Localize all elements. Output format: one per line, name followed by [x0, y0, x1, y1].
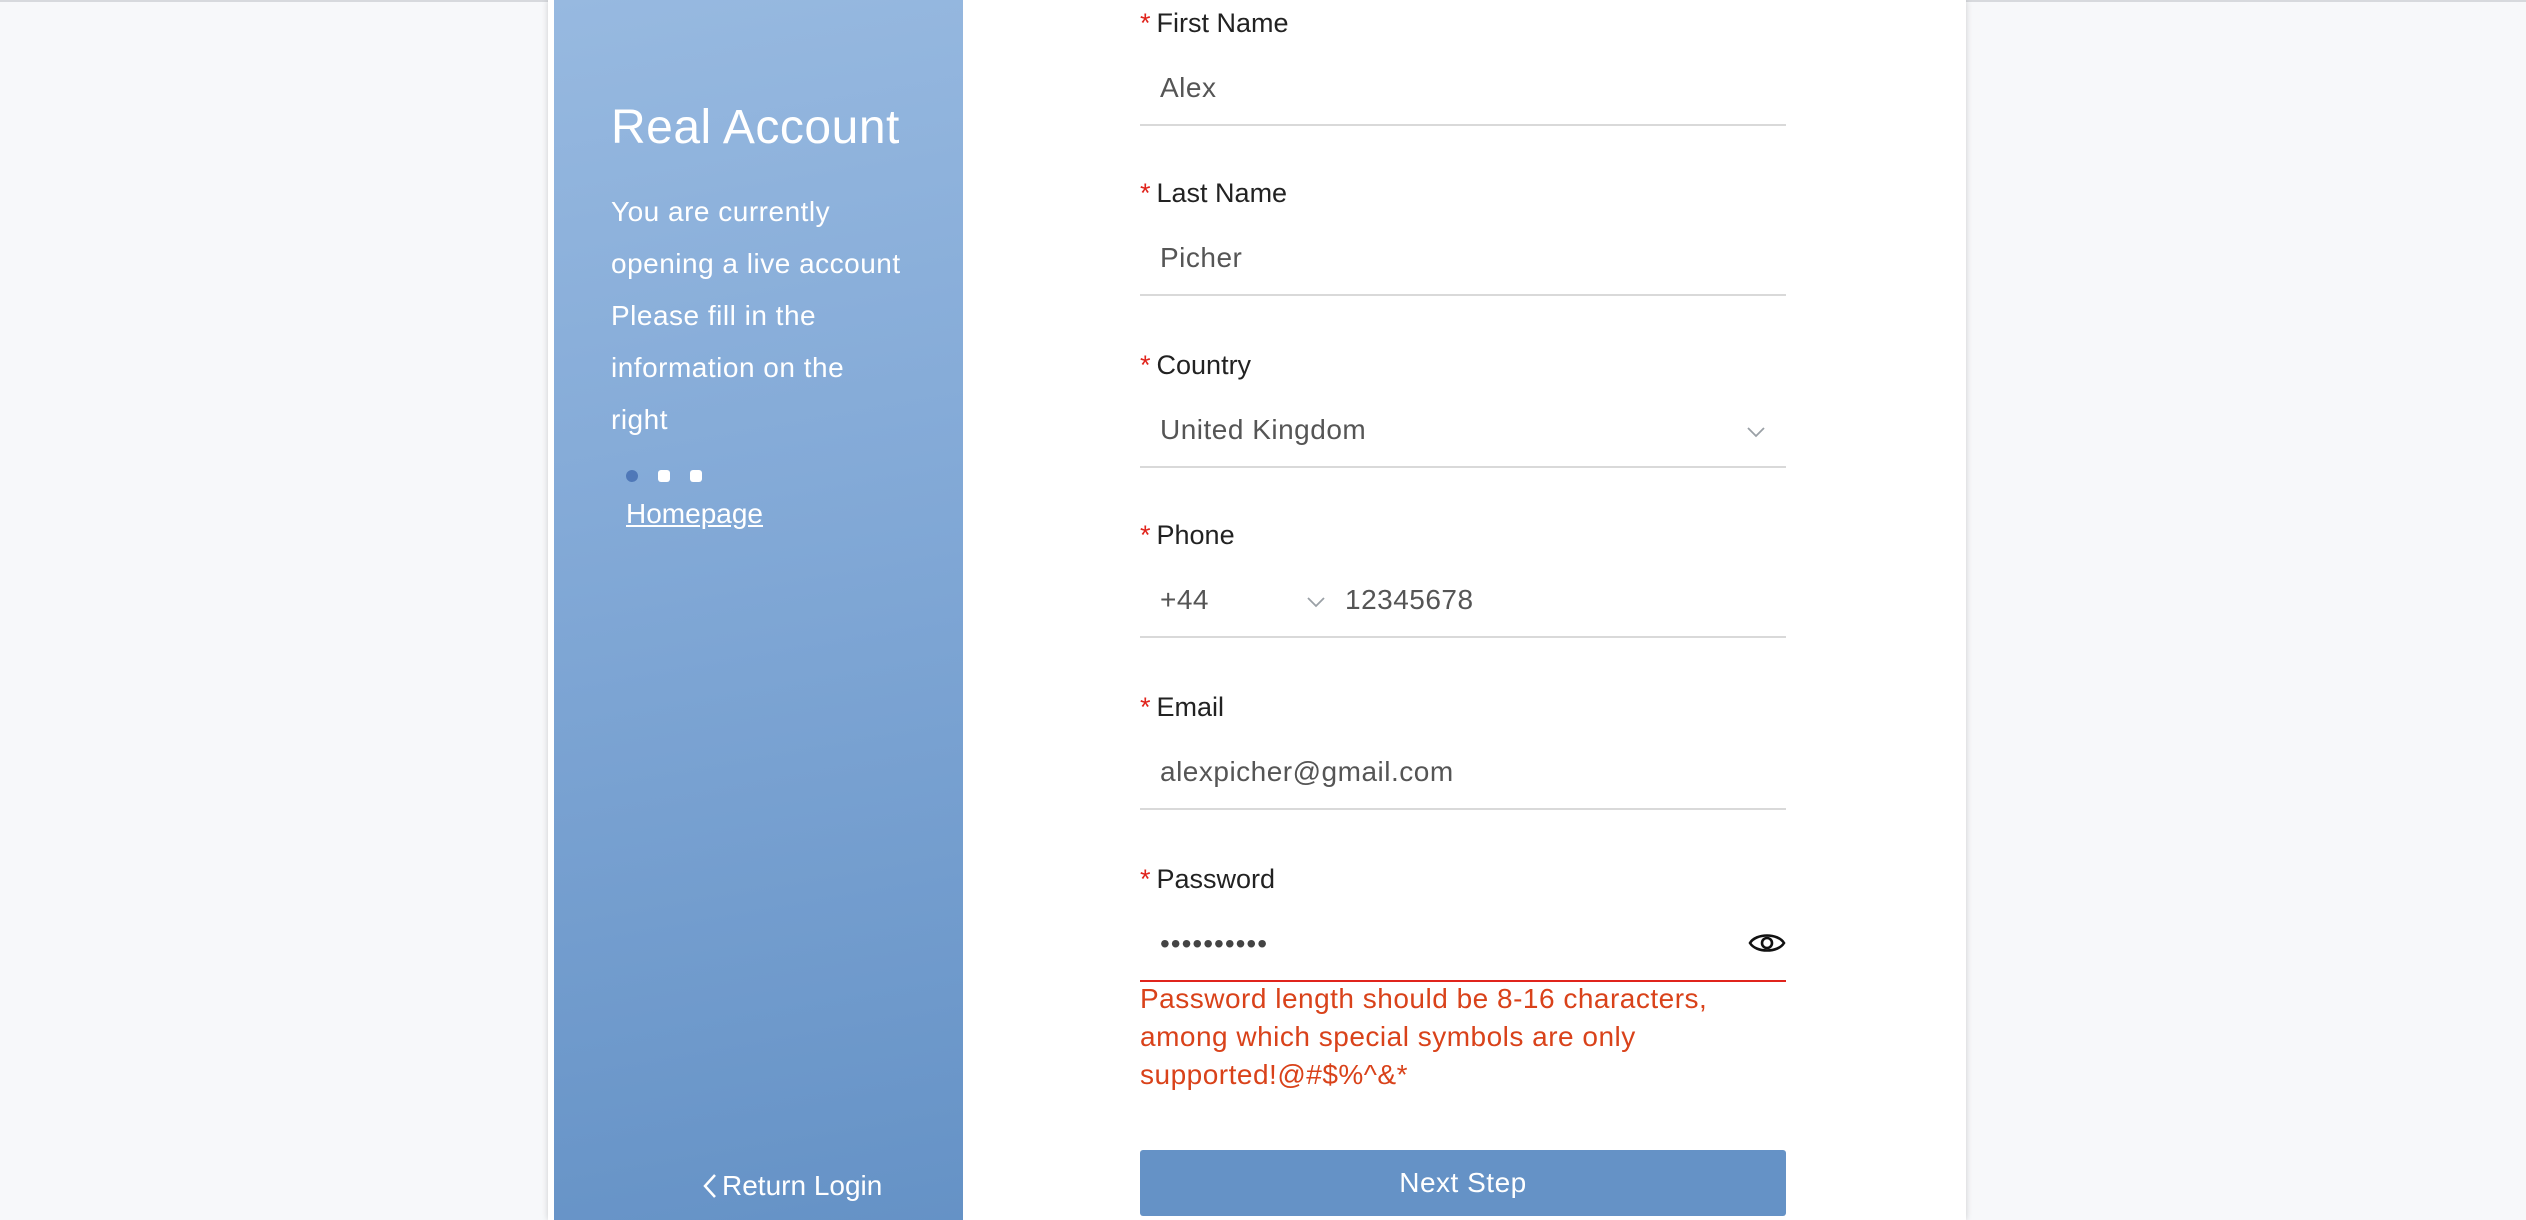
phone-label-text: Phone: [1156, 520, 1235, 550]
chevron-left-icon: [703, 1174, 716, 1198]
email-label-text: Email: [1156, 692, 1225, 722]
country-label-text: Country: [1156, 350, 1252, 380]
phone-number-value: 12345678: [1345, 584, 1474, 615]
sidebar-description: You are currently opening a live account…: [611, 186, 941, 446]
last-name-input[interactable]: Picher: [1140, 228, 1786, 296]
required-star: *: [1140, 864, 1151, 894]
step-dot-3: [690, 470, 702, 482]
sidebar-description-line: You are currently: [611, 196, 831, 227]
step-dot-2: [658, 470, 670, 482]
chevron-down-icon: [1747, 427, 1765, 438]
sidebar-description-line: opening a live account: [611, 248, 901, 279]
return-login-label: Return Login: [722, 1170, 883, 1201]
password-label-text: Password: [1156, 864, 1276, 894]
sidebar-description-line: information on the: [611, 352, 845, 383]
first-name-label-text: First Name: [1156, 8, 1289, 38]
email-label: * Email: [1140, 692, 1224, 723]
first-name-label: * First Name: [1140, 8, 1289, 39]
next-step-button[interactable]: Next Step: [1140, 1150, 1786, 1216]
country-label: * Country: [1140, 350, 1251, 381]
step-dot-1: [626, 470, 638, 482]
sidebar-description-line: right: [611, 404, 668, 435]
phone-code-select[interactable]: +44: [1140, 570, 1340, 636]
required-star: *: [1140, 8, 1151, 38]
chevron-down-icon: [1307, 597, 1325, 608]
sidebar-description-line: Please fill in the: [611, 300, 817, 331]
password-error-message: Password length should be 8-16 character…: [1140, 983, 1708, 1090]
phone-number-input[interactable]: 12345678: [1345, 570, 1786, 636]
email-value: alexpicher@gmail.com: [1160, 756, 1454, 787]
password-input[interactable]: ••••••••••: [1140, 914, 1786, 982]
country-select[interactable]: United Kingdom: [1140, 400, 1786, 468]
email-input[interactable]: alexpicher@gmail.com: [1140, 742, 1786, 810]
last-name-value: Picher: [1160, 242, 1243, 273]
required-star: *: [1140, 692, 1151, 722]
last-name-label-text: Last Name: [1156, 178, 1288, 208]
last-name-label: * Last Name: [1140, 178, 1287, 209]
phone-input-group: +44 12345678: [1140, 570, 1786, 638]
homepage-link[interactable]: Homepage: [626, 498, 763, 530]
return-login-link[interactable]: Return Login: [702, 1170, 882, 1202]
required-star: *: [1140, 350, 1151, 380]
required-star: *: [1140, 520, 1151, 550]
sidebar-title: Real Account: [611, 101, 900, 154]
phone-code-value: +44: [1160, 584, 1209, 615]
first-name-value: Alex: [1160, 72, 1217, 103]
password-value: ••••••••••: [1160, 928, 1269, 959]
sidebar: Real Account You are currently opening a…: [554, 0, 963, 1220]
phone-label: * Phone: [1140, 520, 1235, 551]
eye-icon[interactable]: [1748, 930, 1786, 956]
country-value: United Kingdom: [1160, 414, 1367, 445]
required-star: *: [1140, 178, 1151, 208]
password-label: * Password: [1140, 864, 1275, 895]
first-name-input[interactable]: Alex: [1140, 58, 1786, 126]
